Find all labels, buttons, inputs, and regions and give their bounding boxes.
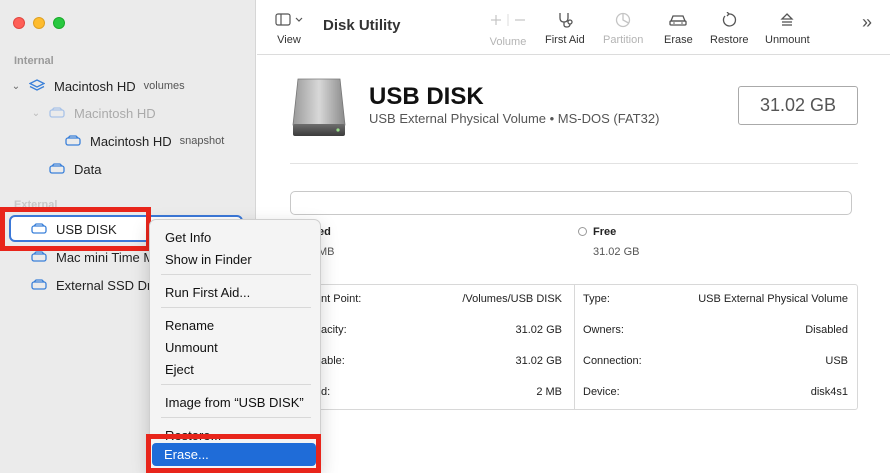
usage-bar [290,191,852,215]
info-value-owners: Disabled [805,324,848,336]
menu-item-eject[interactable]: Eject [165,362,194,377]
pie-chart-icon [615,10,631,30]
info-key-used: d: [321,386,331,398]
sidebar-item-sublabel: snapshot [179,135,225,147]
section-internal-label: Internal [14,55,54,67]
free-legend-value: 31.02 GB [593,246,640,258]
plus-minus-icon [488,10,528,30]
info-table-divider [574,285,575,409]
toolbar-overflow-button[interactable]: » [862,12,872,33]
sidebar-item-data[interactable]: Data [48,157,101,181]
info-value-device: disk4s1 [810,386,848,398]
info-key-capacity: acity: [321,324,347,336]
sidebar-item-external-ssd[interactable]: External SSD Dr [30,273,151,297]
menu-separator [161,274,311,275]
sidebar-toggle-icon [275,10,303,30]
info-key-type: Type: [583,293,610,305]
first-aid-button[interactable]: First Aid [545,10,585,46]
menu-separator [161,417,311,418]
sidebar-item-label: Mac mini Time M [56,249,155,265]
layers-icon [28,79,46,93]
menu-item-rename[interactable]: Rename [165,318,214,333]
menu-item-show-in-finder[interactable]: Show in Finder [165,252,252,267]
external-drive-icon [30,278,48,292]
info-value-type: USB External Physical Volume [698,293,848,305]
restore-arrow-icon [721,10,737,30]
window-controls [13,17,65,29]
info-value-used: 2 MB [536,386,562,398]
partition-button[interactable]: Partition [603,10,643,46]
view-button[interactable]: View [275,10,303,46]
unmount-button-label: Unmount [765,34,810,46]
view-button-label: View [277,34,301,46]
window-title: Disk Utility [323,17,401,34]
free-legend: Free 31.02 GB [578,226,639,258]
menu-item-image-from-usb-disk[interactable]: Image from “USB DISK” [165,395,304,410]
minimize-window-button[interactable] [33,17,45,29]
info-value-available: 31.02 GB [515,355,562,367]
menu-item-run-first-aid[interactable]: Run First Aid... [165,285,250,300]
disk-name: USB DISK [369,83,484,110]
external-drive-icon [30,250,48,264]
sidebar-item-sublabel: volumes [143,80,185,92]
sidebar-item-macintosh-hd-snapshot[interactable]: Macintosh HD snapshot [64,129,224,153]
volume-button[interactable]: Volume [488,10,528,48]
menu-item-unmount[interactable]: Unmount [165,340,218,355]
annotation-highlight-usb-disk [0,207,151,251]
stethoscope-icon [556,10,574,30]
menu-separator [161,307,311,308]
drive-icon [48,106,66,120]
toolbar: View Disk Utility Volume First Aid Parti… [257,0,890,55]
restore-button-label: Restore [710,34,749,46]
info-key-connection: Connection: [583,355,642,367]
volume-button-label: Volume [489,36,527,48]
info-key-owners: Owners: [583,324,624,336]
sidebar-item-label: External SSD Dr [56,277,152,293]
sidebar-item-macintosh-hd[interactable]: ⌄ Macintosh HD [30,101,156,125]
usb-disk-image [290,77,348,139]
chevron-down-icon[interactable]: ⌄ [30,108,42,119]
sidebar-item-label: Macintosh HD [90,133,172,149]
free-legend-label: Free [593,226,617,238]
zoom-window-button[interactable] [53,17,65,29]
sidebar-item-label: Data [74,161,102,177]
first-aid-button-label: First Aid [545,34,585,46]
disk-description: USB External Physical Volume • MS-DOS (F… [369,111,660,126]
info-key-device: Device: [583,386,620,398]
info-key-mount-point: nt Point: [321,293,362,305]
menu-separator [161,384,311,385]
partition-button-label: Partition [603,34,644,46]
erase-button-label: Erase [664,34,693,46]
disk-size-badge: 31.02 GB [738,86,858,125]
erase-button[interactable]: Erase [664,10,693,46]
sidebar-item-label: Macintosh HD [74,105,156,121]
info-value-mount-point: /Volumes/USB DISK [462,293,562,305]
restore-button[interactable]: Restore [710,10,749,46]
menu-item-get-info[interactable]: Get Info [165,230,211,245]
close-window-button[interactable] [13,17,25,29]
info-value-connection: USB [825,355,848,367]
divider [290,163,858,164]
car-icon [668,10,688,30]
eject-icon [779,10,795,30]
unmount-button[interactable]: Unmount [765,10,810,46]
annotation-highlight-erase [146,434,321,473]
info-value-capacity: 31.02 GB [515,324,562,336]
free-legend-dot-icon [578,227,587,236]
sidebar-item-label: Macintosh HD [54,78,136,94]
sidebar-item-macintosh-hd-volumes[interactable]: ⌄ Macintosh HD volumes [10,74,185,98]
info-key-available: able: [321,355,345,367]
drive-icon [48,162,66,176]
chevron-down-icon[interactable]: ⌄ [10,81,22,92]
drive-icon [64,134,82,148]
